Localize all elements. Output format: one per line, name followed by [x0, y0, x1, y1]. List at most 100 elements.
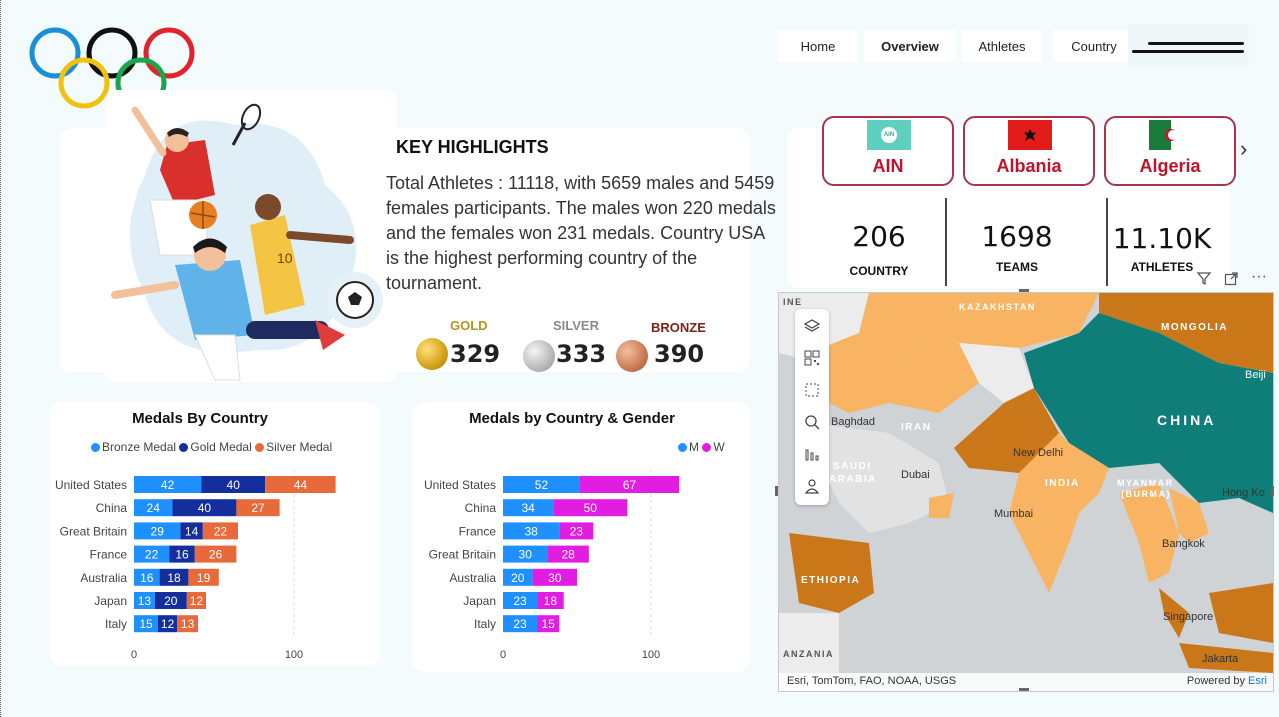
data-label: 40 — [198, 501, 212, 515]
map-city-jakarta: Jakarta — [1202, 653, 1239, 665]
category-label: China — [96, 501, 128, 515]
map-label-edge: INE — [783, 297, 803, 307]
athletes-illustration: 10 — [111, 103, 383, 381]
kpi-country-label: COUNTRY — [849, 264, 909, 278]
data-label: 18 — [167, 571, 181, 585]
svg-text:10: 10 — [277, 250, 293, 266]
country-card-ain[interactable]: AIN AIN — [822, 116, 954, 186]
map-visual[interactable]: KAZAKHSTAN MONGOLIA CHINA IRAN INDIA SAU… — [778, 292, 1274, 692]
legend-item[interactable]: Silver Medal — [255, 440, 332, 454]
category-label: China — [465, 501, 497, 515]
resize-handle[interactable] — [1271, 486, 1274, 496]
resize-handle[interactable] — [775, 486, 778, 496]
kpi-athletes-value: 11.10K — [1112, 222, 1212, 255]
axis-tick-label: 100 — [285, 649, 303, 661]
category-label: Great Britain — [429, 548, 496, 562]
map-canvas[interactable] — [779, 293, 1273, 691]
data-label: 23 — [570, 524, 584, 538]
data-label: 30 — [519, 548, 533, 562]
category-label: United States — [55, 478, 127, 492]
data-label: 20 — [164, 594, 178, 608]
chart2-title: Medals by Country & Gender — [469, 410, 675, 427]
map-city-baghdad: Baghdad — [831, 416, 876, 428]
map-city-new-delhi: New Delhi — [1013, 447, 1064, 459]
data-label: 67 — [623, 478, 637, 492]
map-label-kazakhstan: KAZAKHSTAN — [959, 302, 1036, 312]
data-label: 52 — [535, 478, 549, 492]
tab-athletes[interactable]: Athletes — [962, 30, 1042, 62]
filter-icon[interactable] — [1196, 270, 1212, 291]
map-city-dubai: Dubai — [901, 469, 930, 481]
map-powered-by: Powered by Esri — [1186, 675, 1267, 687]
category-label: Great Britain — [60, 524, 127, 538]
country-card-albania[interactable]: Albania — [963, 116, 1095, 186]
data-label: 13 — [138, 594, 152, 608]
map-label-saudi: SAUDI — [833, 461, 872, 472]
map-label-ethiopia: ETHIOPIA — [801, 575, 861, 586]
tab-home[interactable]: Home — [778, 30, 858, 62]
kpi-teams-label: TEAMS — [996, 260, 1038, 274]
gold-medal-icon — [416, 338, 448, 370]
chart-icon[interactable] — [799, 441, 825, 467]
more-options-icon[interactable]: ··· — [1251, 268, 1267, 286]
select-icon[interactable] — [799, 377, 825, 403]
data-label: 12 — [190, 594, 204, 608]
resize-handle[interactable] — [1019, 688, 1029, 691]
data-label: 40 — [227, 478, 241, 492]
highlights-text: Total Athletes : 11118, with 5659 males … — [386, 173, 776, 293]
map-attribution: Esri, TomTom, FAO, NOAA, USGS — [787, 675, 957, 687]
data-label: 12 — [161, 617, 175, 631]
tab-country[interactable]: Country — [1053, 30, 1135, 62]
category-label: Australia — [80, 571, 127, 585]
layers-icon[interactable] — [799, 313, 825, 339]
silver-medal-icon — [523, 340, 555, 372]
chart1-title: Medals By Country — [132, 410, 268, 427]
tab-overview[interactable]: Overview — [864, 30, 956, 62]
data-label: 13 — [181, 617, 195, 631]
data-label: 22 — [214, 524, 228, 538]
data-label: 23 — [513, 594, 527, 608]
esri-link[interactable]: Esri — [1248, 675, 1267, 687]
chevron-right-icon[interactable]: › — [1240, 136, 1247, 162]
legend-item[interactable]: W — [702, 440, 725, 454]
data-label: 44 — [294, 478, 308, 492]
page-edge — [0, 0, 2, 717]
focus-mode-icon[interactable] — [1224, 271, 1239, 291]
country-name: AIN — [872, 156, 904, 176]
kpi-teams-value: 1698 — [981, 220, 1053, 253]
country-card-algeria[interactable]: Algeria — [1104, 116, 1236, 186]
qr-icon[interactable] — [799, 345, 825, 371]
map-city-singapore: Singapore — [1163, 611, 1214, 623]
legend-item[interactable]: Gold Medal — [179, 440, 252, 454]
data-label: 28 — [561, 548, 575, 562]
data-label: 22 — [145, 548, 159, 562]
person-icon[interactable] — [799, 473, 825, 499]
map-label-iran: IRAN — [901, 422, 932, 433]
legend-item[interactable]: Bronze Medal — [91, 440, 176, 454]
map-label-burma: (BURMA) — [1121, 489, 1171, 499]
map-city-bangkok: Bangkok — [1162, 538, 1205, 550]
data-label: 27 — [251, 501, 265, 515]
resize-handle[interactable] — [1019, 289, 1029, 292]
search-icon[interactable] — [799, 409, 825, 435]
category-label: Japan — [94, 594, 127, 608]
map-label-myanmar: MYANMAR — [1117, 478, 1174, 488]
medals-by-gender-chart: United States 52 67 China 34 50 France 38 23 Grea… — [424, 470, 680, 661]
nav-decoration — [1128, 24, 1249, 66]
data-label: 16 — [175, 548, 189, 562]
data-label: 34 — [521, 501, 535, 515]
silver-label: SILVER — [553, 318, 599, 333]
gold-label: GOLD — [450, 318, 488, 333]
category-label: France — [459, 524, 497, 538]
category-label: Italy — [105, 617, 127, 631]
category-label: Japan — [463, 594, 496, 608]
ain-flag-icon: AIN — [867, 120, 911, 150]
map-label-china: CHINA — [1157, 412, 1217, 428]
map-label-india: INDIA — [1045, 478, 1080, 489]
map-city-mumbai: Mumbai — [994, 508, 1034, 520]
legend-item[interactable]: M — [678, 440, 699, 454]
data-label: 18 — [544, 594, 558, 608]
data-label: 24 — [147, 501, 161, 515]
medals-by-country-chart: United States 42 40 44 China 24 40 27 Great Brit… — [55, 470, 336, 661]
category-label: Italy — [474, 617, 496, 631]
